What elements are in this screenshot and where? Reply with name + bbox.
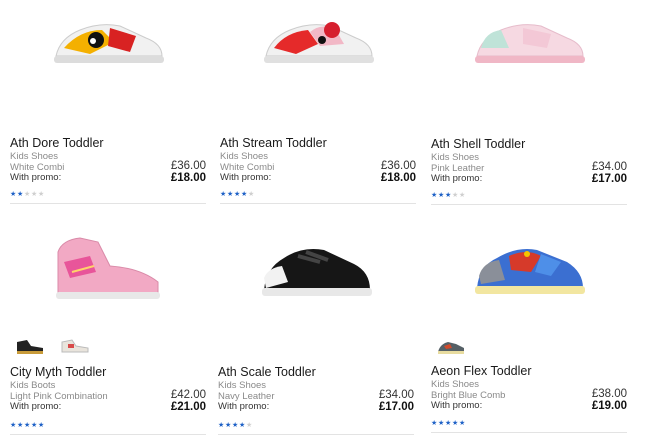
rating-stars: ★★★★★ <box>10 183 45 198</box>
promo-label: With promo: <box>10 172 62 183</box>
star-icon: ★ <box>232 422 239 429</box>
product-card[interactable]: Ath Dore Toddler Kids Shoes White Combi … <box>10 0 206 212</box>
rating-stars: ★★★★★ <box>431 412 466 427</box>
product-card[interactable]: City Myth Toddler Kids Boots Light Pink … <box>10 228 206 440</box>
star-icon: ★ <box>459 420 466 427</box>
product-title[interactable]: Ath Shell Toddler <box>431 137 525 151</box>
star-icon: ★ <box>17 191 24 198</box>
product-image[interactable] <box>471 232 591 304</box>
card-divider <box>10 434 206 435</box>
product-category: Kids Shoes <box>431 152 480 163</box>
product-image[interactable] <box>50 8 170 78</box>
product-meta: Kids Shoes Pink Leather With promo: <box>431 152 484 185</box>
star-icon: ★ <box>241 191 248 198</box>
original-price: £36.00 <box>170 160 206 172</box>
star-icon: ★ <box>234 191 241 198</box>
promo-price: £19.00 <box>591 400 627 412</box>
color-swatch-thumbnail[interactable] <box>436 336 466 356</box>
product-category: Kids Shoes <box>218 380 267 391</box>
price-block: £36.00 £18.00 <box>171 160 206 184</box>
product-meta: Kids Shoes Navy Leather With promo: <box>218 380 275 413</box>
star-icon: ★ <box>31 191 38 198</box>
star-icon: ★ <box>38 191 45 198</box>
promo-label: With promo: <box>218 401 270 412</box>
color-swatch-thumbnail[interactable] <box>60 336 90 356</box>
star-icon: ★ <box>227 191 234 198</box>
star-icon: ★ <box>38 422 45 429</box>
product-meta: Kids Shoes Bright Blue Comb With promo: <box>431 379 505 412</box>
star-icon: ★ <box>438 420 445 427</box>
promo-label: With promo: <box>431 173 483 184</box>
star-icon: ★ <box>452 192 459 199</box>
product-category: Kids Shoes <box>220 151 269 162</box>
star-icon: ★ <box>431 192 438 199</box>
product-title[interactable]: Ath Scale Toddler <box>218 365 316 379</box>
product-title[interactable]: Aeon Flex Toddler <box>431 364 532 378</box>
product-meta: Kids Boots Light Pink Combination With p… <box>10 380 108 413</box>
star-icon: ★ <box>10 191 17 198</box>
original-price: £34.00 <box>378 389 414 401</box>
promo-label: With promo: <box>220 172 272 183</box>
star-icon: ★ <box>246 422 253 429</box>
original-price: £42.00 <box>170 389 206 401</box>
promo-price: £18.00 <box>380 172 416 184</box>
price-block: £42.00 £21.00 <box>171 389 206 413</box>
star-icon: ★ <box>220 191 227 198</box>
product-meta: Kids Shoes White Combi With promo: <box>10 151 64 184</box>
card-divider <box>10 203 206 204</box>
star-icon: ★ <box>452 420 459 427</box>
price-block: £34.00 £17.00 <box>379 389 414 413</box>
star-icon: ★ <box>24 191 31 198</box>
star-icon: ★ <box>239 422 246 429</box>
product-image[interactable] <box>50 232 170 304</box>
star-icon: ★ <box>431 420 438 427</box>
star-icon: ★ <box>10 422 17 429</box>
product-meta: Kids Shoes White Combi With promo: <box>220 151 274 184</box>
product-image[interactable] <box>260 8 380 78</box>
rating-stars: ★★★★★ <box>218 414 253 429</box>
original-price: £36.00 <box>380 160 416 172</box>
promo-price: £21.00 <box>170 401 206 413</box>
promo-price: £18.00 <box>170 172 206 184</box>
star-icon: ★ <box>445 192 452 199</box>
product-card[interactable]: Aeon Flex Toddler Kids Shoes Bright Blue… <box>431 228 627 440</box>
product-image[interactable] <box>471 8 591 78</box>
star-icon: ★ <box>24 422 31 429</box>
card-divider <box>218 434 414 435</box>
original-price: £34.00 <box>591 161 627 173</box>
promo-price: £17.00 <box>378 401 414 413</box>
product-category: Kids Boots <box>10 380 56 391</box>
star-icon: ★ <box>31 422 38 429</box>
product-title[interactable]: Ath Stream Toddler <box>220 136 327 150</box>
product-category: Kids Shoes <box>10 151 59 162</box>
star-icon: ★ <box>225 422 232 429</box>
product-category: Kids Shoes <box>431 379 480 390</box>
original-price: £38.00 <box>591 388 627 400</box>
product-card[interactable]: Ath Shell Toddler Kids Shoes Pink Leathe… <box>431 0 627 212</box>
promo-price: £17.00 <box>591 173 627 185</box>
star-icon: ★ <box>445 420 452 427</box>
card-divider <box>431 432 627 433</box>
product-title[interactable]: Ath Dore Toddler <box>10 136 104 150</box>
rating-stars: ★★★★★ <box>220 183 255 198</box>
star-icon: ★ <box>248 191 255 198</box>
product-card[interactable]: Ath Stream Toddler Kids Shoes White Comb… <box>220 0 416 212</box>
star-icon: ★ <box>459 192 466 199</box>
rating-stars: ★★★★★ <box>431 184 466 199</box>
star-icon: ★ <box>438 192 445 199</box>
rating-stars: ★★★★★ <box>10 414 45 429</box>
star-icon: ★ <box>218 422 225 429</box>
card-divider <box>220 203 416 204</box>
product-card[interactable]: Ath Scale Toddler Kids Shoes Navy Leathe… <box>218 228 414 440</box>
promo-label: With promo: <box>10 401 62 412</box>
price-block: £34.00 £17.00 <box>592 161 627 185</box>
star-icon: ★ <box>17 422 24 429</box>
card-divider <box>431 204 627 205</box>
price-block: £36.00 £18.00 <box>381 160 416 184</box>
color-swatch-thumbnail[interactable] <box>15 336 45 356</box>
price-block: £38.00 £19.00 <box>592 388 627 412</box>
product-image[interactable] <box>258 232 378 304</box>
product-title[interactable]: City Myth Toddler <box>10 365 106 379</box>
promo-label: With promo: <box>431 400 483 411</box>
